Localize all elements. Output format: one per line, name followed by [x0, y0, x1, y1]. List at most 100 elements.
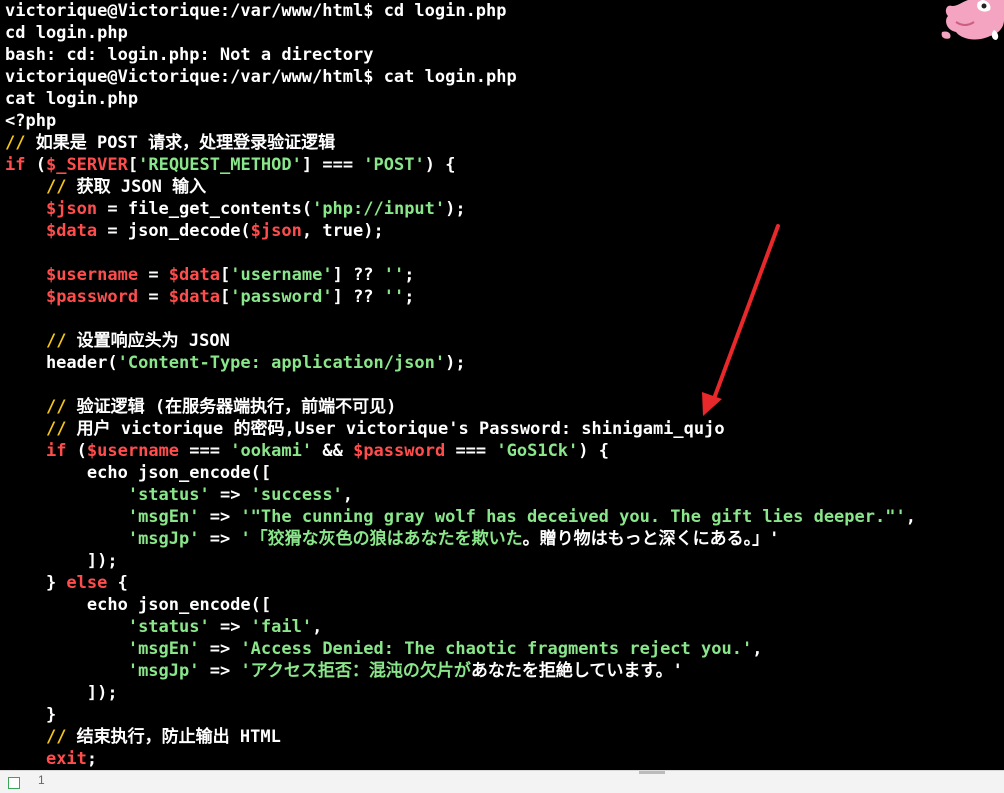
terminal-line: $json = file_get_contents('php://input')…	[5, 198, 466, 220]
terminal-text-segment: ,	[342, 485, 354, 505]
terminal-line: if ($_SERVER['REQUEST_METHOD'] === 'POST…	[5, 154, 455, 176]
terminal-line: 'msgJp' => 'アクセス拒否：混沌の欠片があなたを拒絶しています。'	[5, 660, 683, 682]
terminal-text-segment: =>	[199, 507, 241, 527]
resize-handle[interactable]	[639, 771, 665, 774]
terminal-text-segment: 如果是 POST 请求，处理登录验证逻辑	[25, 133, 336, 153]
terminal-text-segment: ] ===	[301, 155, 364, 175]
terminal-text-segment: 获取 JSON 输入	[66, 177, 207, 197]
terminal-text-segment: //	[45, 177, 67, 197]
terminal-line: // 获取 JSON 输入	[5, 176, 206, 198]
terminal-text-segment: 'ookami'	[230, 441, 313, 461]
terminal-text-segment: $json	[45, 199, 98, 219]
terminal-line: 'msgEn' => 'Access Denied: The chaotic f…	[5, 638, 763, 660]
terminal-text-segment: ,	[905, 507, 916, 527]
terminal-output[interactable]: victorique@Victorique:/var/www/html$ cd …	[0, 0, 1004, 770]
terminal-text-segment: 'password'	[230, 287, 333, 307]
terminal-text-segment: ;	[86, 749, 98, 769]
terminal-text-segment: echo json_encode([	[5, 595, 272, 615]
terminal-text-segment: (	[66, 441, 87, 461]
terminal-text-segment: cd login.php	[5, 23, 128, 43]
terminal-line: ]);	[5, 682, 118, 704]
terminal-text-segment: 'success'	[250, 485, 343, 505]
terminal-text-segment: , true);	[301, 221, 384, 241]
terminal-text-segment: ,	[312, 617, 323, 637]
terminal-text-segment: 用户 victorique 的密码,User victorique's Pass…	[66, 419, 725, 439]
terminal-text-segment: //	[45, 419, 67, 439]
terminal-line: }	[5, 704, 56, 726]
terminal-text-segment: ;	[404, 265, 415, 285]
terminal-text-segment: 设置响应头为 JSON	[66, 331, 230, 351]
terminal-text-segment: if	[45, 441, 67, 461]
terminal-line: } else {	[5, 572, 128, 594]
terminal-text-segment: );	[445, 199, 466, 219]
terminal-text-segment: bash: cd: login.php: Not a directory	[5, 45, 374, 65]
terminal-text-segment: 'POST'	[363, 155, 425, 175]
terminal-line: echo json_encode([	[5, 594, 271, 616]
terminal-line: if ($username === 'ookami' && $password …	[5, 440, 609, 462]
terminal-text-segment: 'status'	[127, 485, 210, 505]
terminal-text-segment: ]);	[5, 683, 118, 703]
terminal-line: 'status' => 'fail',	[5, 616, 323, 638]
terminal-line: cat login.php	[5, 88, 138, 110]
terminal-text-segment: //	[45, 727, 67, 747]
terminal-text-segment: $data	[168, 287, 220, 307]
terminal-text-segment: 'Content-Type: application/json'	[117, 353, 446, 373]
terminal-text-segment: ''	[383, 287, 405, 307]
terminal-text-segment: $username	[45, 265, 139, 285]
terminal-text-segment: //	[5, 133, 26, 153]
terminal-text-segment: {	[107, 573, 128, 593]
status-line-number: 1	[38, 773, 45, 787]
terminal-text-segment: &&	[312, 441, 354, 461]
terminal-text-segment: //	[45, 331, 67, 351]
terminal-text-segment: =>	[209, 485, 251, 505]
terminal-text-segment: あなたを拒絶しています。'	[470, 661, 683, 681]
terminal-text-segment: ) {	[424, 155, 456, 175]
terminal-text-segment: '"The cunning gray wolf has deceived you…	[240, 507, 906, 527]
terminal-text-segment: =>	[199, 529, 241, 549]
terminal-text-segment: =	[138, 287, 169, 307]
file-icon	[8, 777, 20, 789]
terminal-text-segment: =>	[209, 617, 251, 637]
terminal-text-segment: 'msgEn'	[127, 507, 200, 527]
terminal-line: // 设置响应头为 JSON	[5, 330, 230, 352]
terminal-text-segment: 'msgJp'	[127, 661, 200, 681]
terminal-text-segment: = file_get_contents(	[97, 199, 313, 219]
terminal-text-segment: if	[5, 155, 26, 175]
terminal-text-segment: $password	[353, 441, 446, 461]
terminal-text-segment: = json_decode(	[97, 221, 251, 241]
terminal-text-segment: =>	[199, 639, 241, 659]
terminal-line: 'msgEn' => '"The cunning gray wolf has d…	[5, 506, 916, 528]
terminal-text-segment: ,	[752, 639, 763, 659]
terminal-text-segment: [	[219, 287, 231, 307]
terminal-text-segment: victorique@Victorique:/var/www/html$ cd …	[5, 1, 507, 21]
terminal-text-segment: 。贈り物はもっと深くにある。」'	[522, 529, 780, 549]
terminal-text-segment: ) {	[578, 441, 609, 461]
terminal-text-segment: }	[5, 573, 67, 593]
terminal-line: 'status' => 'success',	[5, 484, 353, 506]
terminal-text-segment: else	[66, 573, 108, 593]
terminal-text-segment: 'REQUEST_METHOD'	[138, 155, 302, 175]
terminal-text-segment: 'fail'	[250, 617, 313, 637]
terminal-text-segment: 验证逻辑 (在服务器端执行，前端不可见)	[66, 397, 397, 417]
terminal-text-segment: 'Access Denied: The chaotic fragments re…	[240, 639, 753, 659]
terminal-text-segment: cat login.php	[5, 89, 139, 109]
terminal-text-segment: <?php	[5, 111, 57, 131]
terminal-text-segment: ] ??	[332, 287, 384, 307]
terminal-text-segment: 结束执行，防止输出 HTML	[66, 727, 281, 747]
terminal-line: <?php	[5, 110, 56, 132]
terminal-line: // 如果是 POST 请求，处理登录验证逻辑	[5, 132, 335, 154]
terminal-text-segment: (	[25, 155, 46, 175]
